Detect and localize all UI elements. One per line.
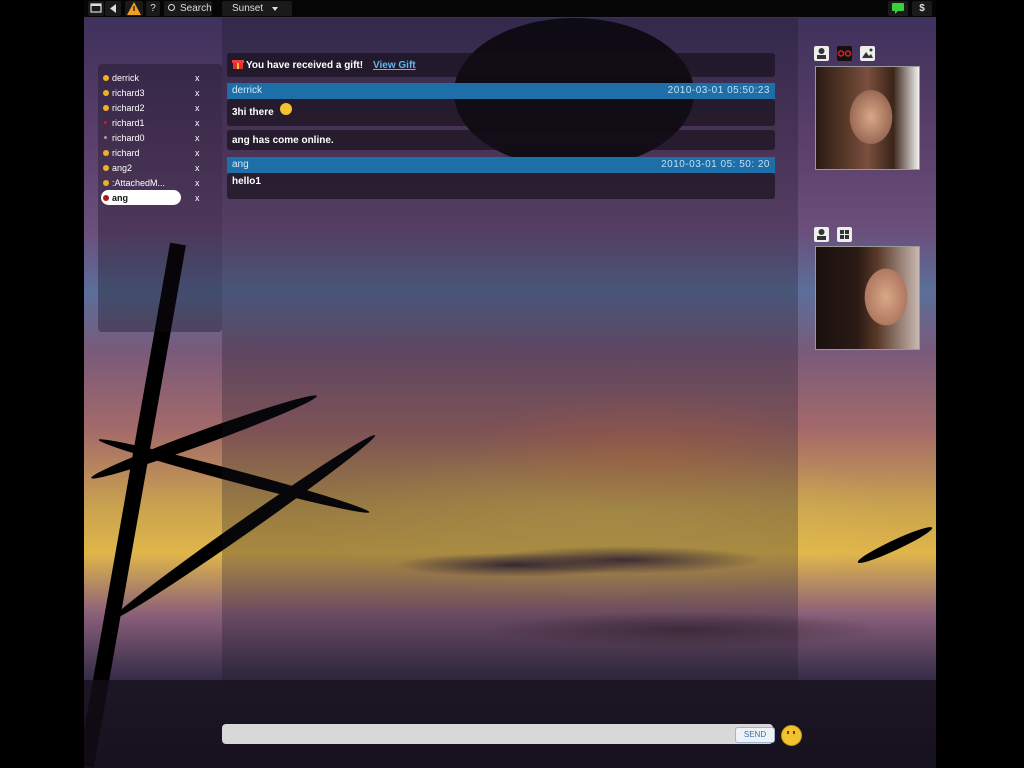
message-header: derrick 2010-03-01 05:50:23: [227, 83, 775, 99]
gift-message: You have received a gift!: [246, 60, 364, 71]
send-button[interactable]: SEND: [735, 727, 775, 743]
gift-notification: You have received a gift! View Gift: [227, 53, 775, 77]
contact-item-selected[interactable]: ang x: [98, 190, 222, 205]
contact-name: ang: [112, 193, 129, 203]
warning-icon: [127, 2, 141, 15]
contact-name: richard0: [112, 133, 145, 143]
search-button[interactable]: Search: [164, 1, 212, 16]
status-dot: [103, 150, 109, 156]
contact-name: richard2: [112, 103, 145, 113]
contact-name: ang2: [112, 163, 133, 173]
theme-label: Sunset: [232, 3, 264, 14]
contact-name: richard: [112, 148, 140, 158]
close-icon[interactable]: x: [195, 71, 200, 85]
chat-bubble-icon: [892, 3, 904, 14]
smiley-icon: [787, 731, 789, 734]
gift-icon: [232, 60, 244, 69]
status-dot: [104, 121, 107, 124]
close-icon[interactable]: x: [195, 101, 200, 115]
remote-user-photo: [815, 66, 920, 170]
contact-item[interactable]: richard1 x: [98, 116, 222, 130]
glasses-icon: [837, 50, 852, 57]
status-dot: [103, 105, 109, 111]
chat-app-window: ? Search Sunset $ derrick x richard3 x r…: [84, 0, 936, 768]
message-body: hello1: [227, 173, 775, 199]
close-icon[interactable]: x: [195, 131, 200, 145]
theme-select[interactable]: Sunset: [222, 1, 292, 16]
status-dot: [103, 75, 109, 81]
contact-item[interactable]: ang2 x: [98, 161, 222, 175]
contact-name: richard1: [112, 118, 145, 128]
window-button[interactable]: [88, 1, 104, 16]
close-icon[interactable]: x: [195, 191, 200, 205]
profile-button[interactable]: [814, 227, 829, 242]
back-button[interactable]: [105, 1, 121, 16]
emoticon-button[interactable]: [781, 725, 802, 746]
message-text: hello1: [232, 176, 261, 187]
search-label: Search: [180, 3, 212, 14]
contact-item[interactable]: richard3 x: [98, 86, 222, 100]
view-gift-link[interactable]: View Gift: [373, 60, 416, 71]
message-header: ang 2010-03-01 05: 50: 20: [227, 157, 775, 173]
grid-icon: [840, 230, 849, 239]
search-icon: [168, 4, 175, 11]
help-button[interactable]: ?: [146, 1, 160, 16]
image-icon: [862, 48, 873, 58]
contact-item[interactable]: richard0 x: [98, 131, 222, 145]
timestamp: 2010-03-01 05:50:23: [667, 85, 770, 96]
gift-button[interactable]: [837, 46, 852, 61]
contact-list: derrick x richard3 x richard2 x richard1…: [98, 64, 222, 332]
close-icon[interactable]: x: [195, 116, 200, 130]
close-icon[interactable]: x: [195, 176, 200, 190]
contact-name: :AttachedM...: [112, 178, 166, 188]
palm-frond: [855, 523, 935, 567]
contact-item[interactable]: richard2 x: [98, 101, 222, 115]
close-icon[interactable]: x: [195, 86, 200, 100]
profile-button[interactable]: [814, 46, 829, 61]
close-icon[interactable]: x: [195, 161, 200, 175]
status-dot: [103, 195, 109, 201]
smiley-icon-eye: [793, 731, 795, 734]
dollar-button[interactable]: $: [912, 1, 932, 16]
chevron-down-icon: [272, 7, 278, 11]
status-dot: [103, 180, 109, 186]
user-icon: [817, 48, 826, 59]
top-bar: ? Search Sunset $: [84, 0, 936, 17]
chat-button[interactable]: [888, 1, 908, 16]
window-icon: [90, 3, 102, 13]
message-input[interactable]: [222, 724, 773, 744]
triangle-left-icon: [110, 4, 116, 13]
timestamp: 2010-03-01 05: 50: 20: [661, 159, 770, 170]
contact-item[interactable]: richard x: [98, 146, 222, 160]
photo-button[interactable]: [860, 46, 875, 61]
user-icon: [817, 229, 826, 240]
settings-button[interactable]: [837, 227, 852, 242]
contact-item[interactable]: derrick x: [98, 71, 222, 85]
sender-name: derrick: [232, 85, 263, 96]
status-dot: [104, 136, 107, 139]
online-notice: ang has come online.: [232, 135, 334, 146]
sender-name: ang: [232, 159, 249, 170]
contact-name: derrick: [112, 73, 140, 83]
smiley-icon: [280, 103, 292, 115]
status-dot: [103, 90, 109, 96]
status-dot: [103, 165, 109, 171]
system-message: ang has come online.: [227, 130, 775, 150]
contact-item[interactable]: :AttachedM... x: [98, 176, 222, 190]
contact-name: richard3: [112, 88, 145, 98]
alert-button[interactable]: [125, 1, 143, 16]
close-icon[interactable]: x: [195, 146, 200, 160]
message-body: 3hi there: [227, 99, 775, 126]
local-user-photo: [815, 246, 920, 350]
message-text: 3hi there: [232, 107, 274, 118]
